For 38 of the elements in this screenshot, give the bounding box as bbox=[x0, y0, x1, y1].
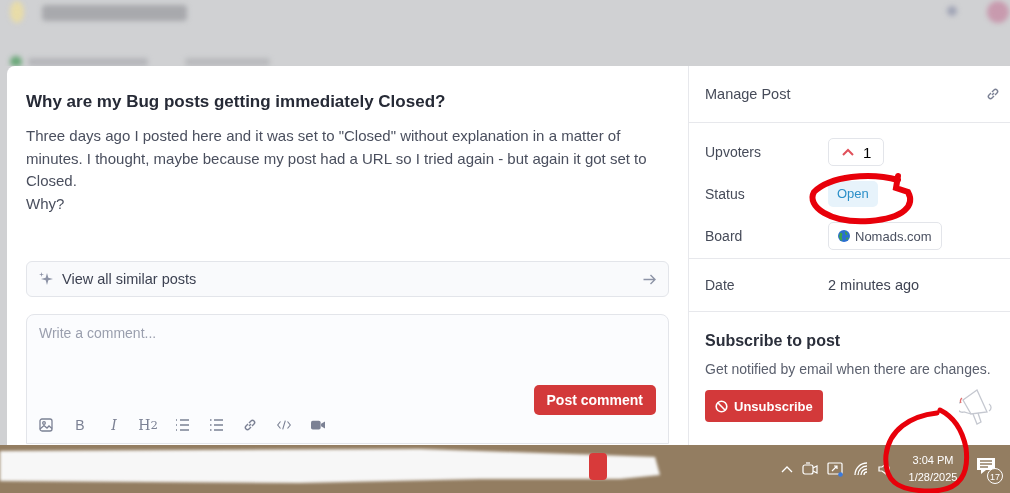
chevron-up-icon bbox=[842, 148, 854, 156]
notifications-button[interactable]: 17 bbox=[974, 453, 1004, 485]
section-title: Subscribe to post bbox=[705, 332, 842, 350]
field-label: Upvoters bbox=[705, 144, 763, 160]
link-icon[interactable] bbox=[243, 417, 257, 433]
link-icon[interactable] bbox=[986, 87, 1000, 101]
wifi-icon[interactable] bbox=[853, 462, 869, 476]
unsubscribe-button[interactable]: Unsubscribe bbox=[705, 390, 823, 422]
field-label: Status bbox=[705, 186, 746, 202]
sparkle-icon bbox=[39, 272, 53, 286]
upvote-button[interactable]: 1 bbox=[828, 138, 885, 166]
image-icon[interactable] bbox=[39, 417, 53, 433]
globe-icon bbox=[838, 230, 850, 242]
description-text: Get notified by email when there are changes. bbox=[705, 361, 992, 377]
format-button[interactable]: B bbox=[73, 417, 87, 433]
chevron-up-icon[interactable] bbox=[781, 465, 793, 473]
panel-title: Manage Post bbox=[705, 86, 792, 102]
speaker-icon[interactable] bbox=[878, 462, 892, 476]
notification-count: 17 bbox=[987, 468, 1003, 484]
field-label: Date bbox=[705, 277, 736, 293]
camera-icon[interactable] bbox=[802, 462, 818, 476]
bulleted-list-icon[interactable] bbox=[175, 417, 189, 433]
post-body: Three days ago I posted here and it was set to "Closed" without explanation in a matter of minutes. I thought, maybe because my post had a URL so I tried again - but again it got set to Closed. Why? bbox=[26, 126, 648, 214]
similar-posts-link[interactable]: View all similar posts bbox=[26, 261, 669, 297]
status-badge: Open bbox=[828, 181, 878, 207]
clock[interactable]: 3:04 PM 1/28/2025 bbox=[901, 452, 965, 486]
comment-field[interactable]: Write a comment... bbox=[39, 325, 339, 341]
numbered-list-icon[interactable] bbox=[209, 417, 223, 433]
post-title: Why are my Bug posts getting immediately Closed? bbox=[26, 92, 447, 112]
format-button[interactable]: I bbox=[107, 417, 121, 433]
arrow-right-icon bbox=[643, 273, 656, 285]
prohibited-icon bbox=[715, 399, 728, 413]
board-chip[interactable]: Nomads.com bbox=[828, 222, 942, 250]
screen-icon[interactable] bbox=[827, 461, 844, 477]
speech-bubble-icon bbox=[977, 458, 995, 474]
field-label: Board bbox=[705, 228, 744, 244]
date-value: 2 minutes ago bbox=[828, 277, 920, 293]
post-comment-button[interactable]: Post comment bbox=[533, 385, 656, 415]
